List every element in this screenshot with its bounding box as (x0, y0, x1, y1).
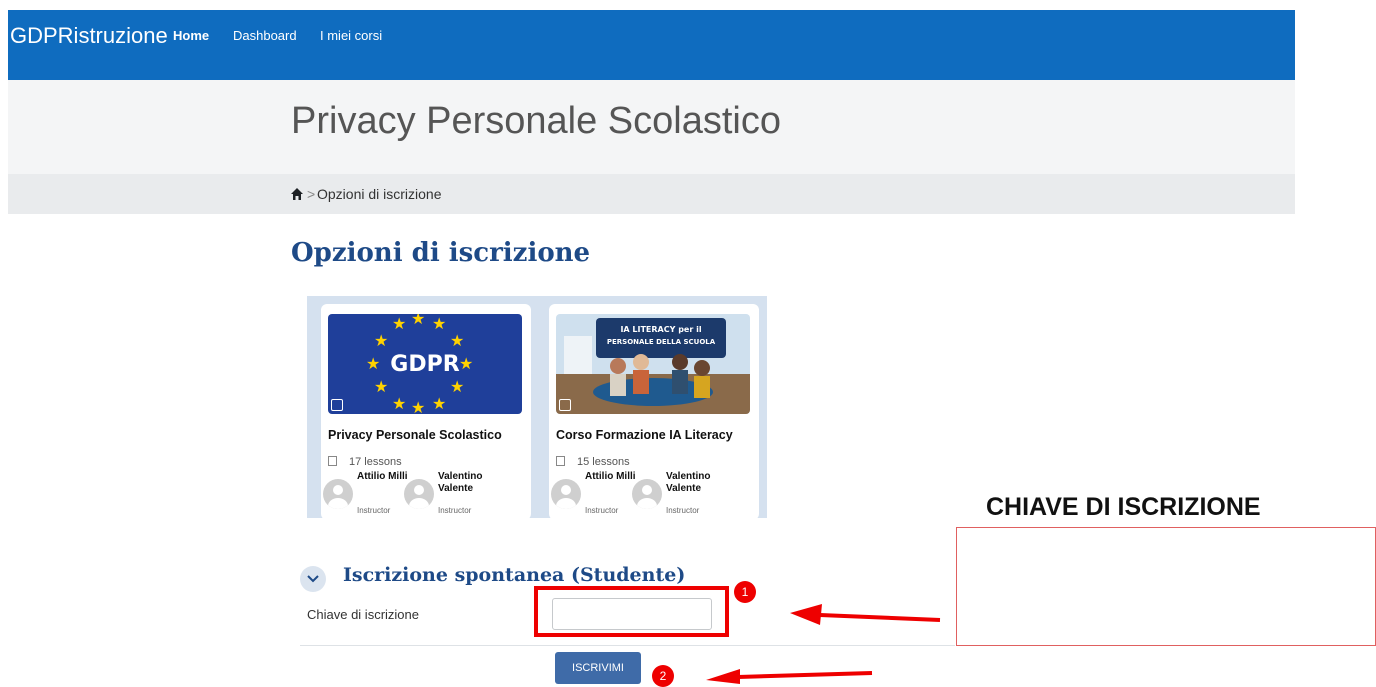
lessons-count: 17 lessons (328, 456, 402, 468)
course-title[interactable]: Privacy Personale Scolastico (328, 428, 502, 442)
instructor: Valentino Valente Instructor (404, 471, 494, 516)
chevron-down-icon (307, 575, 319, 583)
book-icon (328, 456, 337, 466)
collapse-toggle-button[interactable] (300, 566, 326, 592)
home-icon[interactable] (290, 187, 304, 201)
breadcrumb (8, 174, 1295, 214)
avatar (551, 479, 581, 509)
course-card[interactable]: IA LITERACY per il PERSONALE DELLA SCUOL… (549, 304, 759, 518)
svg-text:★: ★ (374, 377, 388, 396)
instructor: Attilio Milli Instructor (323, 471, 413, 516)
instructor-name: Valentino Valente (666, 471, 711, 494)
annotation-heading: CHIAVE DI ISCRIZIONE (986, 493, 1261, 521)
arrow-left-icon (706, 669, 873, 684)
breadcrumb-current: Opzioni di iscrizione (317, 186, 442, 202)
svg-text:★: ★ (432, 314, 446, 333)
enrolment-key-label: Chiave di iscrizione (307, 607, 419, 622)
page-title: Privacy Personale Scolastico (291, 100, 781, 142)
enrol-button[interactable]: ISCRIVIMI (555, 652, 641, 684)
ia-literacy-course-image: IA LITERACY per il PERSONALE DELLA SCUOL… (556, 314, 750, 414)
svg-text:★: ★ (392, 394, 406, 413)
gdpr-course-image: ★ ★ ★ ★ ★ ★ ★ ★ ★ ★ ★ ★ GDPR (328, 314, 522, 414)
avatar (323, 479, 353, 509)
svg-text:★: ★ (450, 377, 464, 396)
course-card[interactable]: ★ ★ ★ ★ ★ ★ ★ ★ ★ ★ ★ ★ GDPR Privacy Personale … (321, 304, 531, 518)
divider (300, 645, 955, 646)
nav-my-courses-link[interactable]: I miei corsi (320, 28, 382, 43)
instructor-role: Instructor (438, 506, 472, 515)
ia-image-text-2: PERSONALE DELLA SCUOLA (607, 338, 716, 346)
breadcrumb-separator: > (307, 186, 316, 202)
course-title[interactable]: Corso Formazione IA Literacy (556, 428, 733, 442)
gdpr-image-text: GDPR (390, 352, 459, 377)
highlight-box (534, 586, 729, 637)
svg-text:★: ★ (366, 354, 380, 373)
instructor-role: Instructor (585, 506, 619, 515)
svg-text:★: ★ (392, 314, 406, 333)
edit-icon[interactable] (331, 399, 343, 411)
nav-dashboard-link[interactable]: Dashboard (233, 28, 297, 43)
svg-text:★: ★ (432, 394, 446, 413)
edit-icon[interactable] (559, 399, 571, 411)
enrolment-section-title: Iscrizione spontanea (Studente) (343, 564, 686, 586)
section-title: Opzioni di iscrizione (291, 238, 591, 268)
book-icon (556, 456, 565, 466)
top-navbar (8, 10, 1295, 80)
instructor-role: Instructor (357, 506, 391, 515)
avatar (632, 479, 662, 509)
annotation-box (956, 527, 1376, 646)
instructor: Valentino Valente Instructor (632, 471, 722, 516)
course-cards: ★ ★ ★ ★ ★ ★ ★ ★ ★ ★ ★ ★ GDPR Privacy Personale … (307, 296, 767, 518)
instructor-name: Valentino Valente (438, 471, 483, 494)
svg-text:★: ★ (411, 314, 425, 328)
brand-logo[interactable]: GDPRistruzione (10, 23, 168, 49)
svg-text:★: ★ (411, 398, 425, 414)
nav-home-link[interactable]: Home (173, 28, 209, 43)
instructor: Attilio Milli Instructor (551, 471, 641, 516)
instructor-role: Instructor (666, 506, 700, 515)
arrow-left-icon (790, 604, 941, 625)
svg-text:★: ★ (450, 331, 464, 350)
svg-text:★: ★ (374, 331, 388, 350)
step-badge-1: 1 (734, 581, 756, 603)
svg-text:★: ★ (459, 354, 473, 373)
avatar (404, 479, 434, 509)
lessons-count: 15 lessons (556, 456, 630, 468)
ia-image-text-1: IA LITERACY per il (620, 325, 701, 334)
